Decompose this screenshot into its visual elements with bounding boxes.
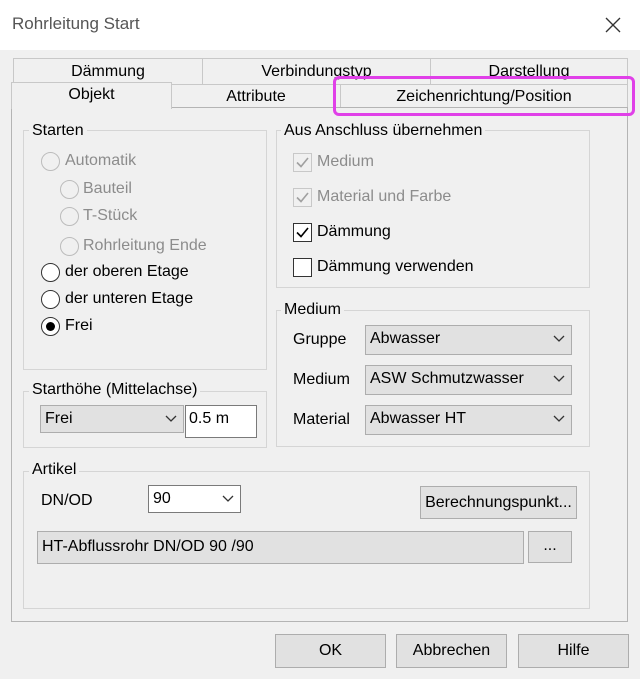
radio-automatik[interactable] [41, 152, 60, 171]
radio-label: Automatik [65, 152, 137, 169]
chevron-down-icon [222, 495, 234, 502]
material-label: Material [293, 411, 350, 428]
starthoehe-value-input[interactable]: 0.5 m [185, 405, 257, 438]
checkbox-medium[interactable] [293, 153, 312, 172]
checkbox-label: Medium [317, 153, 374, 170]
check-icon [296, 157, 309, 168]
chevron-down-icon [553, 375, 565, 382]
ok-button[interactable]: OK [275, 634, 386, 668]
select-value: Frei [45, 410, 73, 427]
artikel-description-field: HT-Abflussrohr DN/OD 90 /90 [37, 531, 524, 564]
medium-legend: Medium [281, 301, 344, 319]
checkbox-material-farbe[interactable] [293, 188, 312, 207]
radio-obere-etage[interactable] [41, 263, 60, 282]
checkbox-daemmung-verwenden[interactable] [293, 258, 312, 277]
radio-rohrleitung-ende[interactable] [60, 237, 79, 256]
radio-frei[interactable] [41, 317, 60, 336]
cancel-button[interactable]: Abbrechen [396, 634, 507, 668]
tab-label: Attribute [226, 88, 286, 105]
chevron-down-icon [165, 415, 177, 422]
anschluss-legend: Aus Anschluss übernehmen [281, 122, 486, 140]
tab-label: Zeichenrichtung/Position [396, 88, 572, 105]
starten-legend: Starten [29, 122, 87, 140]
tab-label: Dämmung [71, 63, 145, 80]
chevron-down-icon [553, 335, 565, 342]
material-select[interactable]: Abwasser HT [365, 405, 572, 435]
dnod-label: DN/OD [41, 492, 93, 509]
starthoehe-legend: Starthöhe (Mittelachse) [29, 381, 201, 399]
tab-attribute[interactable]: Attribute [171, 84, 341, 108]
checkbox-label: Dämmung verwenden [317, 258, 474, 275]
gruppe-label: Gruppe [293, 331, 347, 348]
help-button[interactable]: Hilfe [518, 634, 629, 668]
checkbox-daemmung[interactable] [293, 223, 312, 242]
checkbox-label: Material und Farbe [317, 188, 452, 205]
select-value: Abwasser [370, 330, 441, 347]
tab-zeichenrichtung-position[interactable]: Zeichenrichtung/Position [340, 84, 628, 108]
radio-untere-etage[interactable] [41, 290, 60, 309]
tab-label: Objekt [68, 86, 115, 103]
radio-label: der unteren Etage [65, 290, 194, 307]
starthoehe-mode-select[interactable]: Frei [40, 405, 184, 433]
chevron-down-icon [553, 415, 565, 422]
medium-label: Medium [293, 371, 350, 388]
tab-label: Verbindungstyp [261, 63, 372, 80]
radio-label: Frei [65, 317, 93, 334]
artikel-legend: Artikel [29, 461, 80, 479]
radio-label: T-Stück [83, 207, 138, 224]
browse-button[interactable]: ... [528, 531, 572, 563]
radio-label: Bauteil [83, 180, 132, 197]
gruppe-select[interactable]: Abwasser [365, 325, 572, 355]
berechnungspunkt-button[interactable]: Berechnungspunkt... [420, 486, 577, 519]
medium-select[interactable]: ASW Schmutzwasser [365, 365, 572, 395]
close-icon[interactable] [600, 12, 626, 38]
radio-t-stueck[interactable] [60, 207, 79, 226]
tab-panel-objekt: Starten Automatik Bauteil T-Stück Rohrle… [11, 107, 628, 622]
checkbox-label: Dämmung [317, 223, 391, 240]
window-title: Rohrleitung Start [12, 14, 140, 33]
radio-label: Rohrleitung Ende [83, 237, 207, 254]
tab-objekt[interactable]: Objekt [11, 82, 172, 109]
select-value: 90 [153, 490, 171, 507]
radio-selected-dot [46, 322, 55, 331]
check-icon [296, 227, 309, 238]
radio-bauteil[interactable] [60, 180, 79, 199]
dnod-select[interactable]: 90 [148, 485, 241, 513]
title-bar: Rohrleitung Start [0, 0, 640, 50]
radio-label: der oberen Etage [65, 263, 189, 280]
tab-label: Darstellung [488, 63, 570, 80]
select-value: Abwasser HT [370, 410, 467, 427]
select-value: ASW Schmutzwasser [370, 370, 524, 387]
check-icon [296, 192, 309, 203]
